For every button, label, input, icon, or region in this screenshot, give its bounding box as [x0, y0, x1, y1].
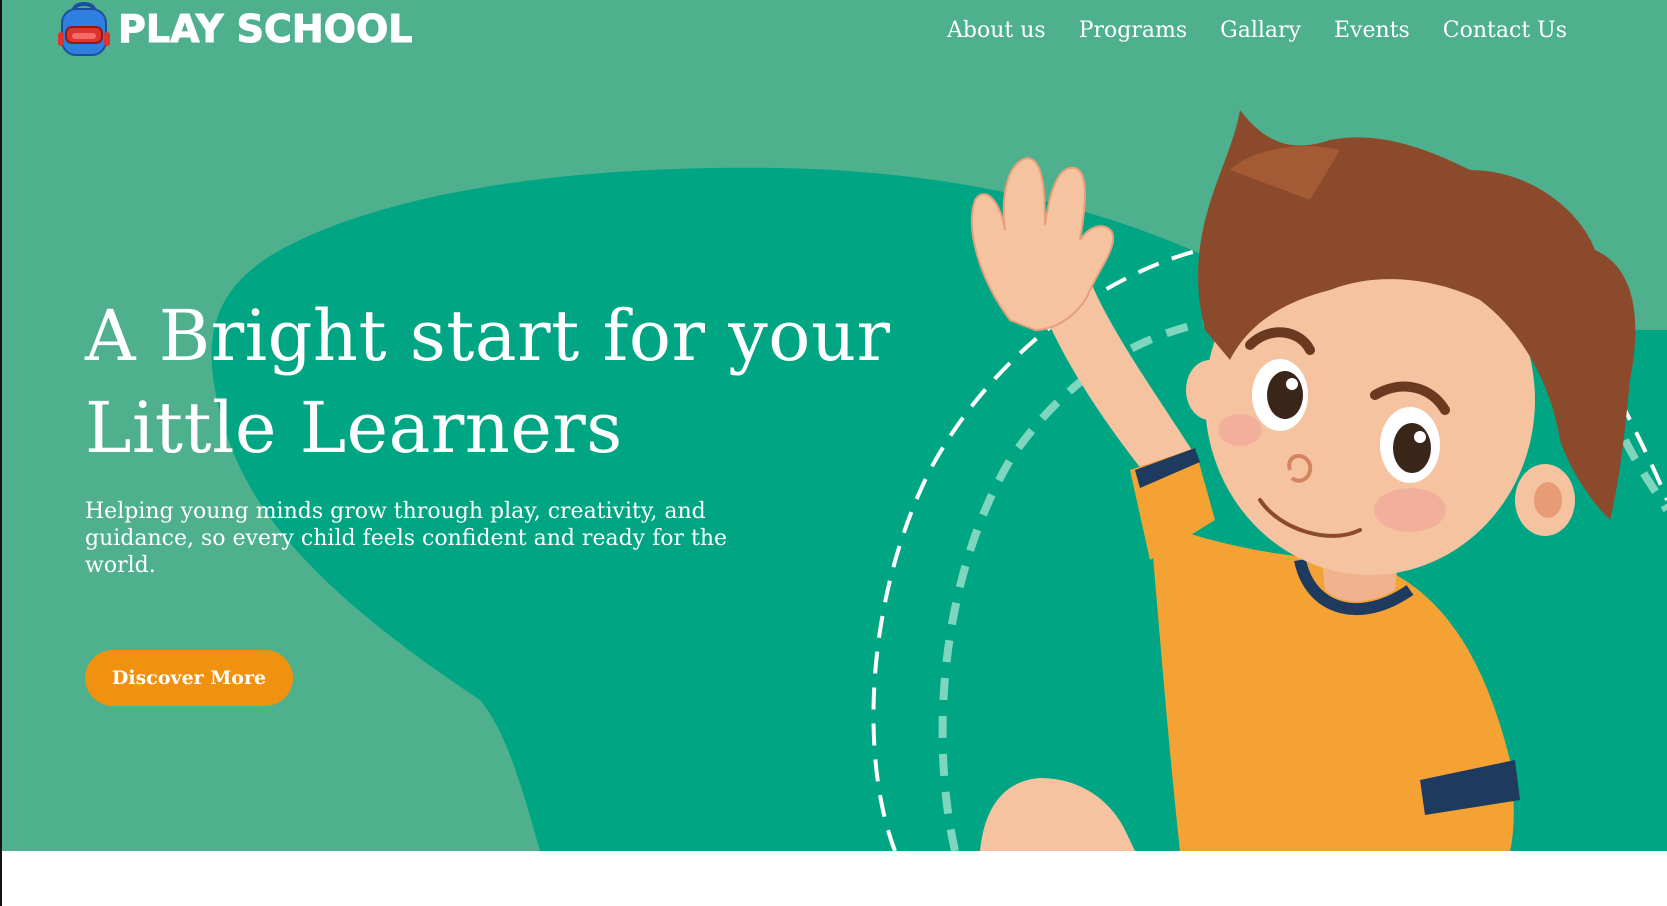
hero-headline-line2: Little Learners: [85, 387, 623, 469]
nav-programs[interactable]: Programs: [1079, 14, 1187, 48]
hero-headline-line1: A Bright start for your: [85, 295, 891, 377]
hero-subtext: Helping young minds grow through play, c…: [85, 499, 728, 578]
nav-gallary[interactable]: Gallary: [1220, 14, 1301, 48]
hero-section: PLAY SCHOOL About us Programs Gallary Ev…: [0, 0, 1667, 851]
nav-events[interactable]: Events: [1334, 14, 1410, 48]
brand-logo[interactable]: PLAY SCHOOL: [56, 0, 413, 58]
brand-name: PLAY SCHOOL: [117, 7, 413, 52]
nav-about-us[interactable]: About us: [947, 14, 1046, 48]
window-left-edge: [0, 0, 2, 906]
hero-headline: A Bright start for your Little Learners: [85, 290, 965, 474]
backpack-icon: [58, 2, 110, 56]
discover-more-button[interactable]: Discover More: [85, 650, 293, 706]
nav-contact-us[interactable]: Contact Us: [1443, 14, 1567, 48]
main-nav: About us Programs Gallary Events Contact…: [947, 14, 1567, 48]
navbar: PLAY SCHOOL About us Programs Gallary Ev…: [0, 0, 1667, 64]
landing-page: PLAY SCHOOL About us Programs Gallary Ev…: [0, 0, 1667, 906]
